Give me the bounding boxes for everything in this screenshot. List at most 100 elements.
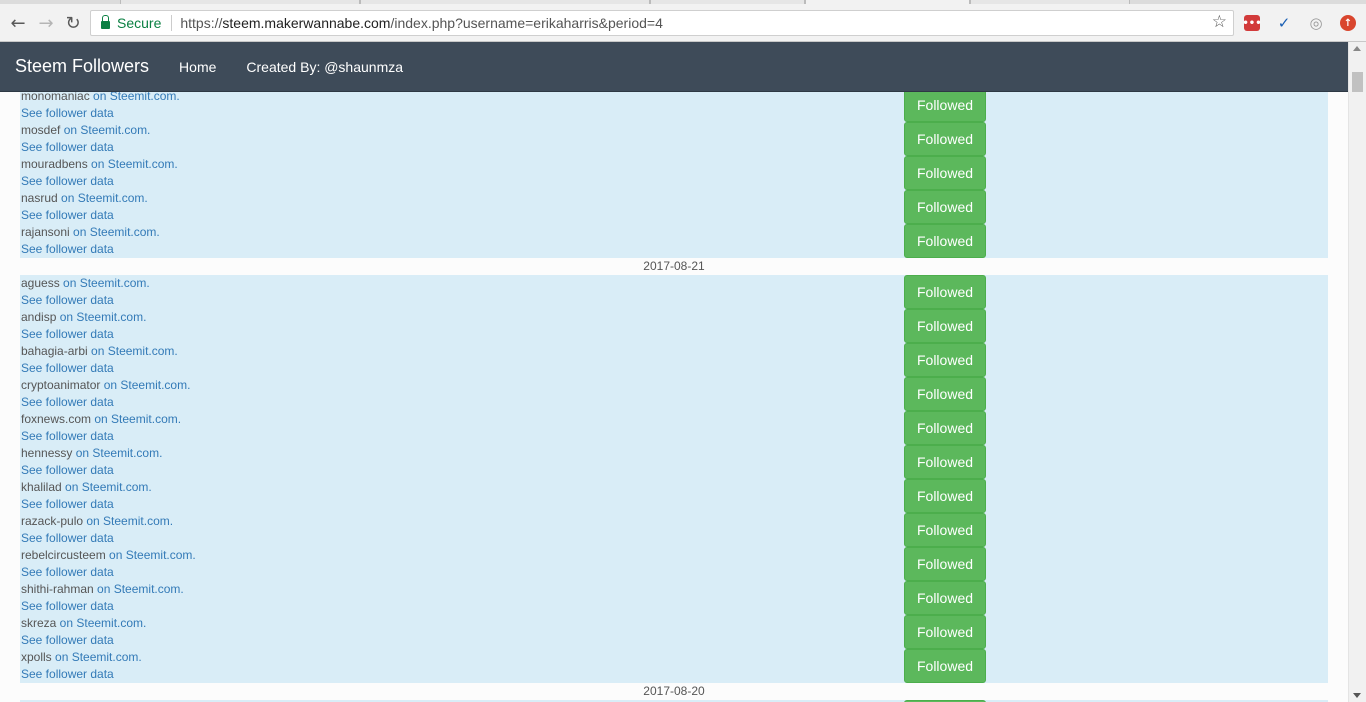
steemit-link[interactable]: on Steemit.com.: [72, 446, 163, 460]
steemit-link[interactable]: on Steemit.com.: [56, 310, 147, 324]
see-follower-data-link[interactable]: See follower data: [21, 395, 114, 409]
steemit-link[interactable]: on Steemit.com.: [94, 582, 184, 596]
date-header: 2017-08-21: [20, 258, 1328, 275]
followed-button[interactable]: Followed: [904, 547, 986, 581]
forward-arrow-icon[interactable]: →: [35, 12, 57, 34]
bookmark-star-icon[interactable]: ☆: [1212, 12, 1227, 32]
steemit-link[interactable]: on Steemit.com.: [60, 276, 150, 290]
follower-name: bahagia-arbi: [21, 344, 88, 358]
followed-button[interactable]: Followed: [904, 122, 986, 156]
see-follower-data-link[interactable]: See follower data: [21, 667, 114, 681]
see-follower-data-link[interactable]: See follower data: [21, 633, 114, 647]
nav-created-by[interactable]: Created By: @shaunmza: [246, 59, 403, 75]
follower-line: bahagia-arbi on Steemit.com.: [21, 344, 178, 358]
url-text[interactable]: https://steem.makerwannabe.com/index.php…: [180, 15, 663, 31]
followed-button[interactable]: Followed: [904, 309, 986, 343]
list-item: skreza on Steemit.com. See follower data F…: [20, 615, 1328, 649]
followed-button[interactable]: Followed: [904, 343, 986, 377]
follower-name: aguess: [21, 276, 60, 290]
reload-icon[interactable]: ↻: [62, 12, 84, 34]
follower-group: monomaniac on Steemit.com. See follower d…: [20, 88, 1328, 258]
steemit-link[interactable]: on Steemit.com.: [106, 548, 196, 562]
see-follower-data-link[interactable]: See follower data: [21, 497, 114, 511]
follower-name: rebelcircusteem: [21, 548, 106, 562]
followed-button[interactable]: Followed: [904, 156, 986, 190]
steemit-link[interactable]: on Steemit.com.: [91, 412, 181, 426]
follower-name: mouradbens: [21, 157, 88, 171]
follower-name: nasrud: [21, 191, 58, 205]
list-item: rajansoni on Steemit.com. See follower da…: [20, 224, 1328, 258]
see-follower-data-link[interactable]: See follower data: [21, 208, 114, 222]
see-follower-data-link[interactable]: See follower data: [21, 293, 114, 307]
list-item: monomaniac on Steemit.com. See follower d…: [20, 88, 1328, 122]
list-item: xpolls on Steemit.com. See follower data F…: [20, 649, 1328, 683]
see-follower-data-link[interactable]: See follower data: [21, 531, 114, 545]
list-item: shithi-rahman on Steemit.com. See followe…: [20, 581, 1328, 615]
steemit-link[interactable]: on Steemit.com.: [62, 480, 152, 494]
see-follower-data-link[interactable]: See follower data: [21, 361, 114, 375]
follower-line: hennessy on Steemit.com.: [21, 446, 162, 460]
followers-list: monomaniac on Steemit.com. See follower d…: [20, 88, 1328, 702]
see-follower-data-link[interactable]: See follower data: [21, 174, 114, 188]
extension-dots-icon[interactable]: •••: [1242, 15, 1262, 31]
list-item: foxnews.com on Steemit.com. See follower …: [20, 411, 1328, 445]
see-follower-data-link[interactable]: See follower data: [21, 327, 114, 341]
see-follower-data-link[interactable]: See follower data: [21, 106, 114, 120]
follower-name: razack-pulo: [21, 514, 84, 528]
steemit-link[interactable]: on Steemit.com.: [100, 378, 191, 392]
page-scrollbar[interactable]: [1348, 42, 1366, 702]
follower-line: foxnews.com on Steemit.com.: [21, 412, 181, 426]
list-item: andisp on Steemit.com. See follower data F…: [20, 309, 1328, 343]
steemit-link[interactable]: on Steemit.com.: [70, 225, 160, 239]
scroll-thumb[interactable]: [1352, 72, 1363, 92]
see-follower-data-link[interactable]: See follower data: [21, 565, 114, 579]
nav-home[interactable]: Home: [179, 59, 216, 75]
follower-line: cryptoanimator on Steemit.com.: [21, 378, 190, 392]
extension-v-icon[interactable]: ✓: [1276, 14, 1292, 32]
scroll-down-arrow-icon[interactable]: [1353, 693, 1361, 698]
followed-button[interactable]: Followed: [904, 411, 986, 445]
list-item: mouradbens on Steemit.com. See follower d…: [20, 156, 1328, 190]
follower-line: rajansoni on Steemit.com.: [21, 225, 160, 239]
follower-line: shithi-rahman on Steemit.com.: [21, 582, 184, 596]
followed-button[interactable]: Followed: [904, 615, 986, 649]
extension-up-arrow-icon[interactable]: ↑: [1340, 15, 1356, 31]
followed-button[interactable]: Followed: [904, 275, 986, 309]
see-follower-data-link[interactable]: See follower data: [21, 140, 114, 154]
see-follower-data-link[interactable]: See follower data: [21, 429, 114, 443]
steemit-link[interactable]: on Steemit.com.: [88, 344, 178, 358]
follower-name: shithi-rahman: [21, 582, 94, 596]
follower-line: nasrud on Steemit.com.: [21, 191, 148, 205]
page-viewport: Steem Followers Home Created By: @shaunm…: [0, 42, 1348, 702]
extension-ring-icon[interactable]: ◎: [1308, 14, 1324, 32]
followed-button[interactable]: Followed: [904, 581, 986, 615]
steemit-link[interactable]: on Steemit.com.: [52, 650, 142, 664]
followed-button[interactable]: Followed: [904, 445, 986, 479]
steemit-link[interactable]: on Steemit.com.: [60, 123, 151, 137]
followed-button[interactable]: Followed: [904, 190, 986, 224]
list-item: rebelcircusteem on Steemit.com. See follo…: [20, 547, 1328, 581]
follower-name: rajansoni: [21, 225, 70, 239]
see-follower-data-link[interactable]: See follower data: [21, 242, 114, 256]
address-bar[interactable]: Secure https://steem.makerwannabe.com/in…: [90, 10, 1234, 36]
follower-line: khalilad on Steemit.com.: [21, 480, 152, 494]
followed-button[interactable]: Followed: [904, 224, 986, 258]
steemit-link[interactable]: on Steemit.com.: [88, 157, 178, 171]
follower-name: mosdef: [21, 123, 61, 137]
site-brand[interactable]: Steem Followers: [15, 56, 149, 77]
steemit-link[interactable]: on Steemit.com.: [58, 191, 148, 205]
see-follower-data-link[interactable]: See follower data: [21, 463, 114, 477]
followed-button[interactable]: Followed: [904, 479, 986, 513]
address-separator: [171, 15, 173, 31]
follower-line: mosdef on Steemit.com.: [21, 123, 150, 137]
scroll-up-arrow-icon[interactable]: [1353, 46, 1361, 51]
followed-button[interactable]: Followed: [904, 649, 986, 683]
steemit-link[interactable]: on Steemit.com.: [56, 616, 147, 630]
back-arrow-icon[interactable]: ←: [7, 12, 29, 34]
secure-label: Secure: [117, 15, 162, 31]
see-follower-data-link[interactable]: See follower data: [21, 599, 114, 613]
steemit-link[interactable]: on Steemit.com.: [83, 514, 173, 528]
followed-button[interactable]: Followed: [904, 377, 986, 411]
followed-button[interactable]: Followed: [904, 513, 986, 547]
followed-button[interactable]: Followed: [904, 88, 986, 122]
